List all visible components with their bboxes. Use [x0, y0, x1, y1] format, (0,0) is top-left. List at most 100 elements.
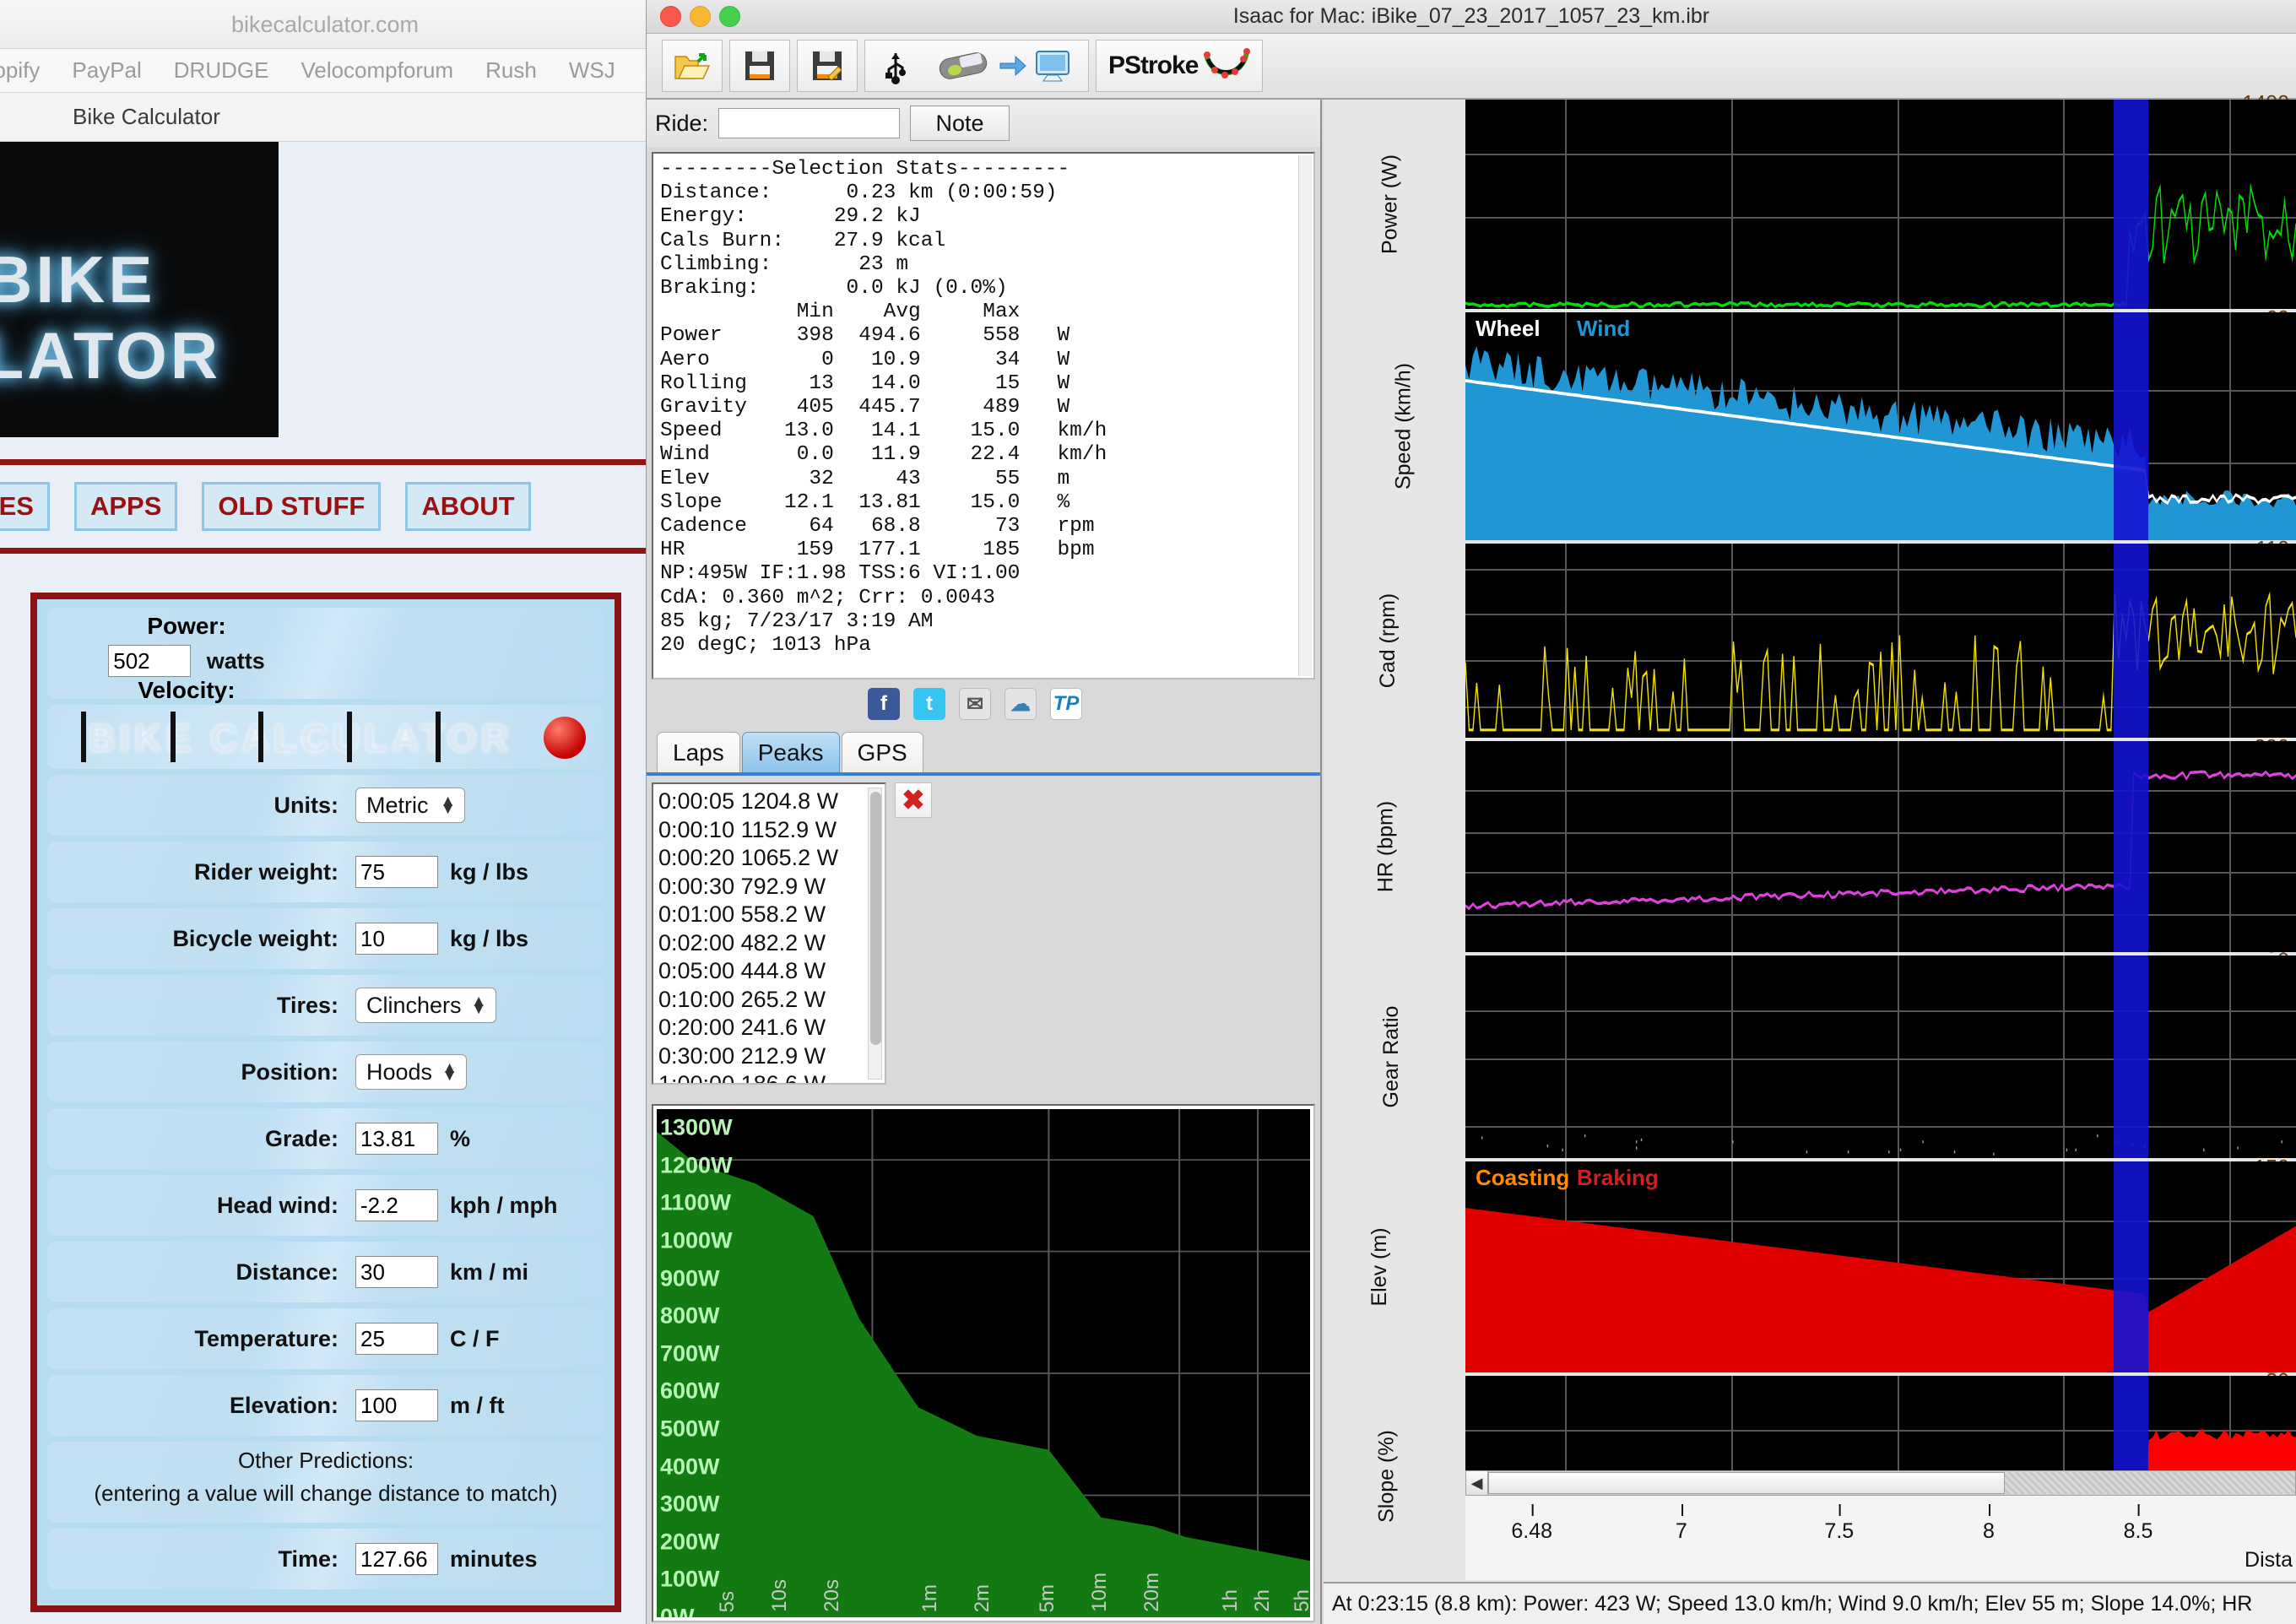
graph-line — [1465, 770, 2296, 911]
graph-legend-coasting: Coasting — [1476, 1165, 1570, 1190]
scrollbar-thumb[interactable] — [1488, 1472, 2005, 1494]
close-icon[interactable] — [660, 6, 681, 27]
bookmark-drudge[interactable]: DRUDGE — [174, 57, 269, 84]
logo-bar-5 — [436, 712, 441, 762]
open-folder-icon[interactable] — [662, 40, 723, 92]
facebook-icon[interactable]: f — [868, 688, 900, 720]
calc-input-headwind[interactable] — [355, 1189, 438, 1221]
graph-y-axis-title: Power (W) — [1378, 154, 1402, 255]
graph-selection-band[interactable] — [2113, 955, 2148, 1158]
cloud-icon[interactable]: ☁ — [1004, 688, 1037, 720]
pd-y-tick: 600W — [660, 1378, 720, 1404]
peak-row[interactable]: 0:30:00 212.9 W — [658, 1042, 885, 1071]
bookmark-paypal[interactable]: PayPal — [72, 57, 141, 84]
graph-horizontal-scrollbar[interactable]: ◀ — [1465, 1470, 2296, 1496]
other-predictions-title: Other Predictions: — [237, 1448, 414, 1473]
browser-tab-bike-calculator[interactable]: Bike Calculator — [73, 104, 220, 130]
graph-selection-band[interactable] — [2113, 312, 2148, 540]
calc-row-elevation: Elevation: m / ft — [47, 1375, 604, 1436]
graph-plot-area[interactable] — [1465, 100, 2296, 309]
calc-select-tires[interactable]: Clinchers ▲ ▼ — [355, 988, 496, 1023]
browser-titlebar: bikecalculator.com — [0, 0, 650, 49]
calc-input-temperature[interactable] — [355, 1323, 438, 1355]
twitter-icon[interactable]: t — [913, 688, 945, 720]
save-as-icon[interactable] — [797, 40, 858, 92]
peak-row[interactable]: 1:00:00 186.6 W — [658, 1070, 885, 1083]
graph-point — [1635, 1146, 1638, 1150]
peak-row[interactable]: 0:20:00 241.6 W — [658, 1014, 885, 1042]
calc-input-riderweight[interactable] — [355, 856, 438, 888]
address-bar[interactable]: bikecalculator.com — [0, 12, 650, 38]
calc-input-bicycleweight[interactable] — [355, 923, 438, 955]
bookmark-rush[interactable]: Rush — [485, 57, 537, 84]
email-icon[interactable]: ✉ — [959, 688, 991, 720]
graph-selection-band[interactable] — [2113, 544, 2148, 738]
screen: bikecalculator.com hopify PayPal DRUDGE … — [0, 0, 2296, 1624]
calc-input-elevation[interactable] — [355, 1389, 438, 1421]
power-label: Power: — [147, 613, 226, 639]
maximize-icon[interactable] — [719, 6, 740, 27]
peak-row[interactable]: 0:05:00 444.8 W — [658, 957, 885, 986]
graph-plot-area[interactable]: Coasting Braking — [1465, 1161, 2296, 1372]
pd-y-tick: 1100W — [660, 1189, 732, 1215]
tab-gps[interactable]: GPS — [841, 732, 923, 772]
peak-row[interactable]: 0:00:30 792.9 W — [658, 873, 885, 901]
nav-button-about[interactable]: ABOUT — [405, 482, 531, 531]
graph-plot-area[interactable]: Wheel Wind — [1465, 312, 2296, 540]
power-unit: watts — [206, 647, 265, 674]
bookmark-wsj[interactable]: WSJ — [569, 57, 615, 84]
clear-peaks-button[interactable]: ✖ — [895, 782, 932, 818]
peak-row[interactable]: 0:01:00 558.2 W — [658, 901, 885, 929]
calc-input-grade[interactable] — [355, 1123, 438, 1155]
stats-scrollbar[interactable] — [1298, 155, 1312, 676]
pstroke-logo[interactable]: PStroke — [1096, 40, 1264, 92]
peaks-list[interactable]: 0:00:05 1204.8 W 0:00:10 1152.9 W 0:00:20 … — [652, 782, 886, 1085]
tab-laps[interactable]: Laps — [657, 732, 740, 772]
power-input[interactable] — [108, 645, 192, 677]
nav-button-ples[interactable]: PLES — [0, 482, 50, 531]
graph-trace — [1465, 346, 2296, 540]
calc-select-position[interactable]: Hoods ▲ ▼ — [355, 1054, 468, 1090]
peak-row[interactable]: 0:00:20 1065.2 W — [658, 844, 885, 873]
graph-selection-band[interactable] — [2113, 1161, 2148, 1372]
note-button[interactable]: Note — [910, 106, 1010, 141]
peaks-scrollbar[interactable] — [868, 788, 882, 1080]
bookmark-shopify[interactable]: hopify — [0, 57, 40, 84]
scrollbar-track[interactable] — [1488, 1472, 2295, 1494]
hero-line-1: BIKE — [0, 242, 156, 317]
calc-select-units[interactable]: Metric ▲ ▼ — [355, 788, 465, 823]
save-icon[interactable] — [729, 40, 790, 92]
peak-row[interactable]: 0:02:00 482.2 W — [658, 929, 885, 958]
calc-row-distance: Distance: km / mi — [47, 1242, 604, 1302]
pd-x-tick: 20m — [1140, 1573, 1163, 1612]
hero-banner: BIKE CULATOR — [0, 142, 279, 437]
minimize-icon[interactable] — [690, 6, 711, 27]
ride-input[interactable] — [718, 108, 901, 138]
pd-y-tick: 700W — [660, 1340, 720, 1367]
graph-selection-band[interactable] — [2113, 100, 2148, 309]
calc-input-distance[interactable] — [355, 1256, 438, 1288]
peak-row[interactable]: 0:10:00 265.2 W — [658, 986, 885, 1015]
tab-peaks[interactable]: Peaks — [741, 732, 840, 772]
peak-row[interactable]: 0:00:10 1152.9 W — [658, 816, 885, 845]
nav-button-old-stuff[interactable]: OLD STUFF — [202, 482, 382, 531]
calc-label: Head wind: — [216, 1192, 338, 1218]
scroll-left-icon[interactable]: ◀ — [1466, 1471, 1488, 1495]
graph-plot-area[interactable] — [1465, 544, 2296, 738]
peak-row[interactable]: 0:00:05 1204.8 W — [658, 788, 885, 816]
calc-label: Grade: — [264, 1125, 338, 1151]
time-row: Time: minutes — [47, 1529, 604, 1589]
device-to-computer-icon[interactable] — [926, 49, 1083, 83]
logo-bar-2 — [171, 712, 176, 762]
x-axis-tick: 6.48 — [1511, 1504, 1553, 1543]
graph-plot-area[interactable] — [1465, 955, 2296, 1158]
peaks-scrollbar-thumb[interactable] — [870, 792, 881, 1045]
bookmark-velocompforum[interactable]: Velocompforum — [301, 57, 453, 84]
graph-plot-area[interactable] — [1465, 741, 2296, 952]
graph-selection-band[interactable] — [2113, 741, 2148, 952]
usb-icon[interactable] — [870, 46, 921, 85]
trainingpeaks-icon[interactable]: TP — [1050, 688, 1082, 720]
time-input[interactable] — [355, 1543, 438, 1575]
nav-button-apps[interactable]: APPS — [73, 482, 178, 531]
graph-point — [1953, 1150, 1956, 1154]
